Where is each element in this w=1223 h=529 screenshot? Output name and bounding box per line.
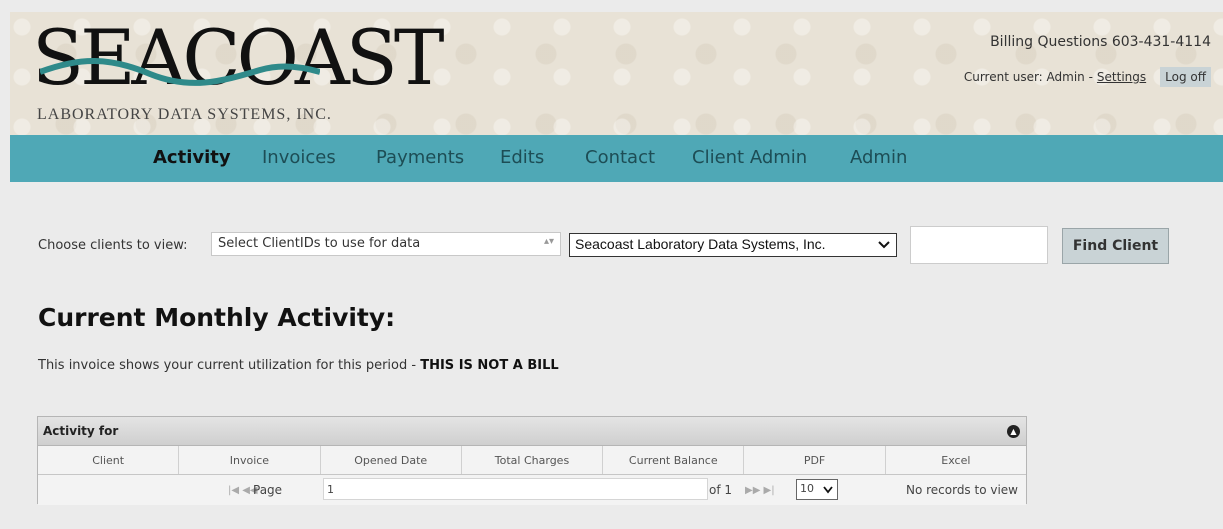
column-header-pdf[interactable]: PDF bbox=[744, 446, 886, 474]
column-header-current-balance[interactable]: Current Balance bbox=[603, 446, 745, 474]
utilization-note: This invoice shows your current utilizat… bbox=[38, 358, 559, 373]
billing-questions: Billing Questions 603-431-4114 bbox=[990, 34, 1211, 50]
select-arrows-icon: ▴▾ bbox=[543, 236, 554, 247]
column-header-client[interactable]: Client bbox=[38, 446, 180, 474]
grid-caption: Activity for ▲ bbox=[38, 417, 1026, 446]
client-search-input[interactable] bbox=[910, 226, 1048, 264]
page-size-select[interactable]: 10 bbox=[796, 479, 838, 500]
grid-header-row: Client Invoice Opened Date Total Charges… bbox=[38, 446, 1026, 475]
page-label: Page bbox=[253, 483, 283, 497]
find-client-button[interactable]: Find Client bbox=[1062, 228, 1169, 264]
organization-select-value: Seacoast Laboratory Data Systems, Inc. bbox=[575, 236, 826, 252]
chevron-down-icon bbox=[823, 486, 833, 494]
nav-invoices[interactable]: Invoices bbox=[262, 147, 336, 168]
page-of-label: of 1 bbox=[709, 483, 733, 497]
logoff-button[interactable]: Log off bbox=[1160, 67, 1211, 87]
column-header-excel[interactable]: Excel bbox=[886, 446, 1026, 474]
organization-select[interactable]: Seacoast Laboratory Data Systems, Inc. bbox=[569, 233, 897, 257]
nav-edits[interactable]: Edits bbox=[500, 147, 544, 168]
nav-activity[interactable]: Activity bbox=[153, 147, 231, 168]
chevron-down-icon bbox=[878, 241, 890, 249]
collapse-icon[interactable]: ▲ bbox=[1007, 424, 1020, 438]
client-ids-select[interactable]: Select ClientIDs to use for data ▴▾ bbox=[211, 232, 561, 256]
nav-client-admin[interactable]: Client Admin bbox=[692, 147, 807, 168]
page-title: Current Monthly Activity: bbox=[38, 303, 396, 332]
grid-caption-label: Activity for bbox=[43, 424, 119, 438]
choose-clients-label: Choose clients to view: bbox=[38, 237, 188, 253]
header-banner: SEACOAST LABORATORY DATA SYSTEMS, INC. B… bbox=[10, 12, 1223, 135]
settings-link[interactable]: Settings bbox=[1097, 70, 1146, 84]
grid-pager: |◀ ◀◀ Page 1 of 1 ▶▶ ▶| 10 No records to… bbox=[38, 475, 1026, 505]
wave-logo-icon bbox=[40, 58, 320, 86]
page-number-input[interactable]: 1 bbox=[323, 478, 708, 500]
not-a-bill-text: THIS IS NOT A BILL bbox=[420, 358, 559, 373]
column-header-opened-date[interactable]: Opened Date bbox=[321, 446, 462, 474]
note-text: This invoice shows your current utilizat… bbox=[38, 358, 421, 373]
column-header-total-charges[interactable]: Total Charges bbox=[462, 446, 604, 474]
current-user-label: Current user: Admin - bbox=[963, 70, 1093, 84]
page-size-value: 10 bbox=[800, 482, 814, 495]
nav-contact[interactable]: Contact bbox=[585, 147, 655, 168]
next-last-page-icon[interactable]: ▶▶ ▶| bbox=[745, 485, 775, 496]
user-info: Current user: Admin - Settings Log off bbox=[964, 67, 1211, 87]
activity-grid: Activity for ▲ Client Invoice Opened Dat… bbox=[37, 416, 1027, 505]
records-status: No records to view bbox=[905, 483, 1018, 497]
client-ids-select-value: Select ClientIDs to use for data bbox=[218, 236, 421, 251]
main-nav: Activity Invoices Payments Edits Contact… bbox=[10, 135, 1223, 182]
column-header-invoice[interactable]: Invoice bbox=[179, 446, 321, 474]
nav-admin[interactable]: Admin bbox=[850, 147, 907, 168]
nav-payments[interactable]: Payments bbox=[376, 147, 464, 168]
logo-subtitle: LABORATORY DATA SYSTEMS, INC. bbox=[37, 106, 332, 123]
